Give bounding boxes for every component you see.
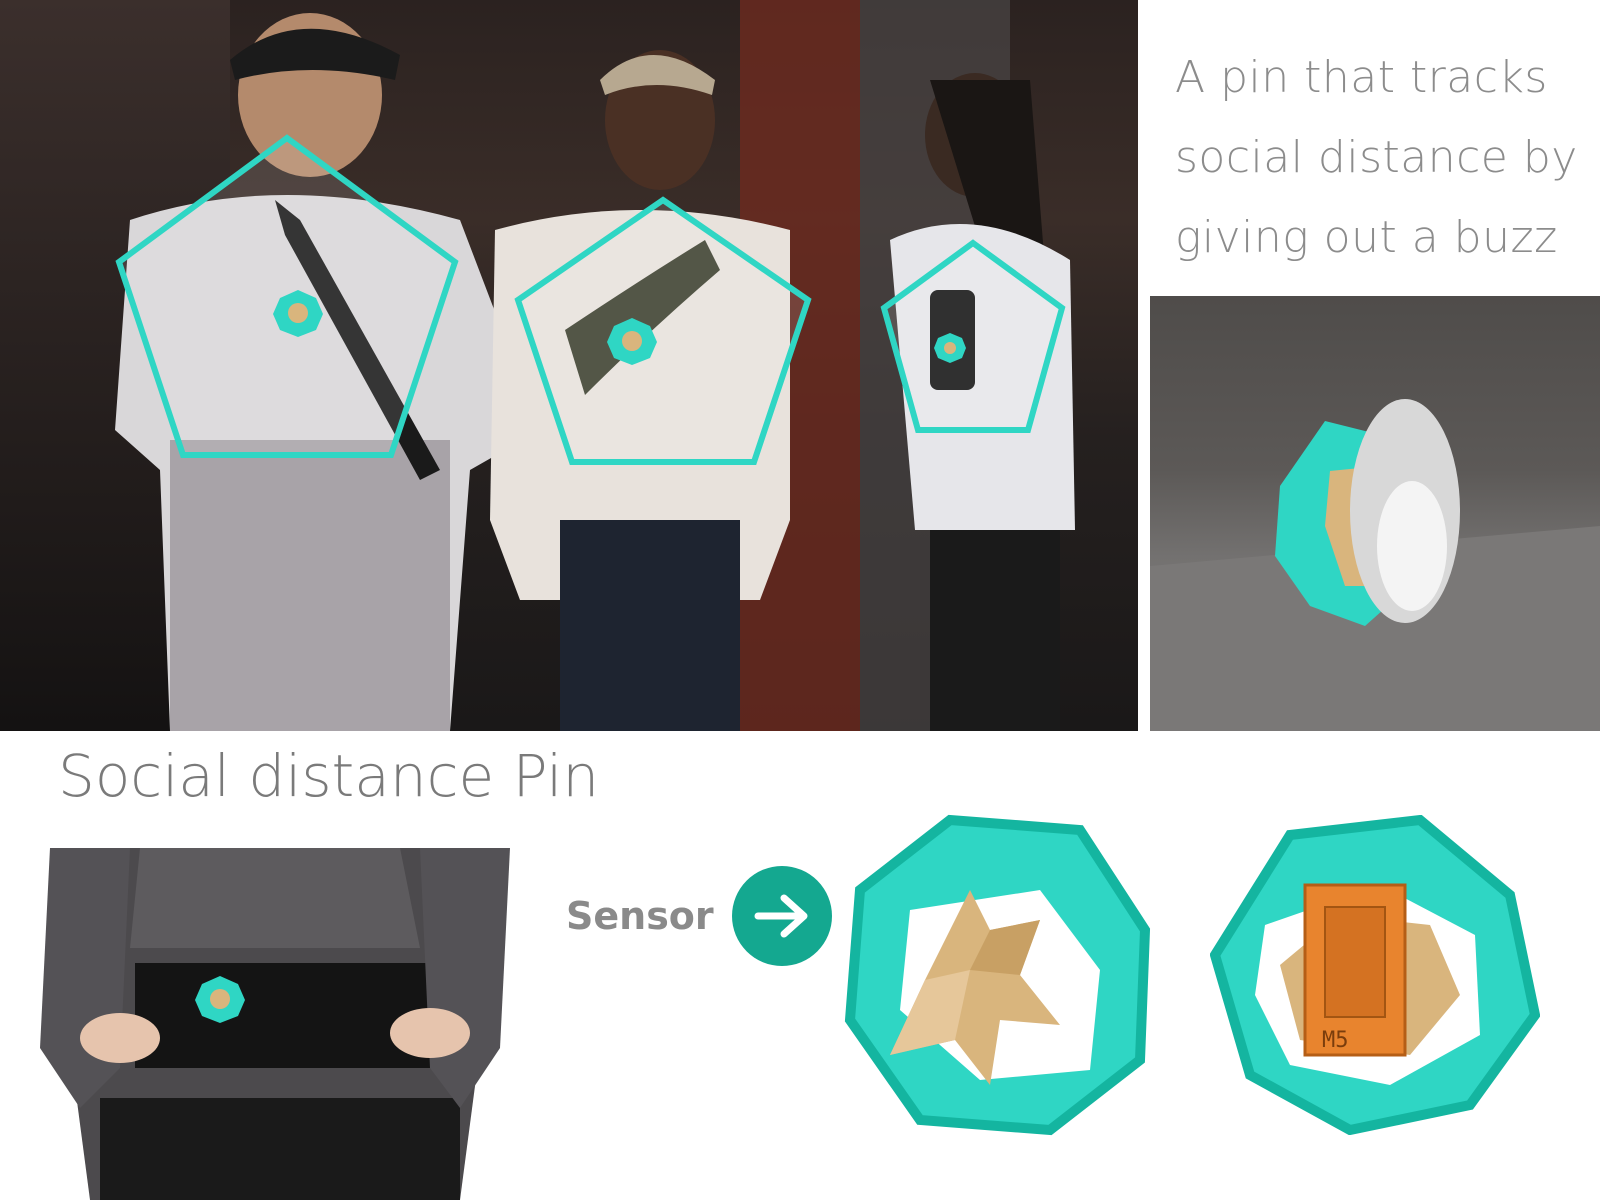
tagline-line-2: social distance by [1175,132,1578,183]
arrow-badge [732,866,832,966]
render-scene [1150,399,1600,731]
pin-back-render: M5 [1210,815,1540,1135]
belt-photo [40,848,510,1200]
pin-render-3d [1150,296,1600,731]
belt-scene [40,848,510,1200]
pin-front-render [840,810,1160,1140]
tagline: A pin that tracks social distance by giv… [1175,38,1595,278]
tagline-line-3: giving out a buzz [1175,212,1558,263]
page-title: Social distance Pin [58,742,600,810]
sensor-label: Sensor [566,894,714,938]
m5-label: M5 [1322,1028,1349,1053]
street-photo [0,0,1138,731]
arrow-right-icon [754,894,808,938]
street-scene [115,13,1075,731]
tagline-line-1: A pin that tracks [1175,52,1548,103]
